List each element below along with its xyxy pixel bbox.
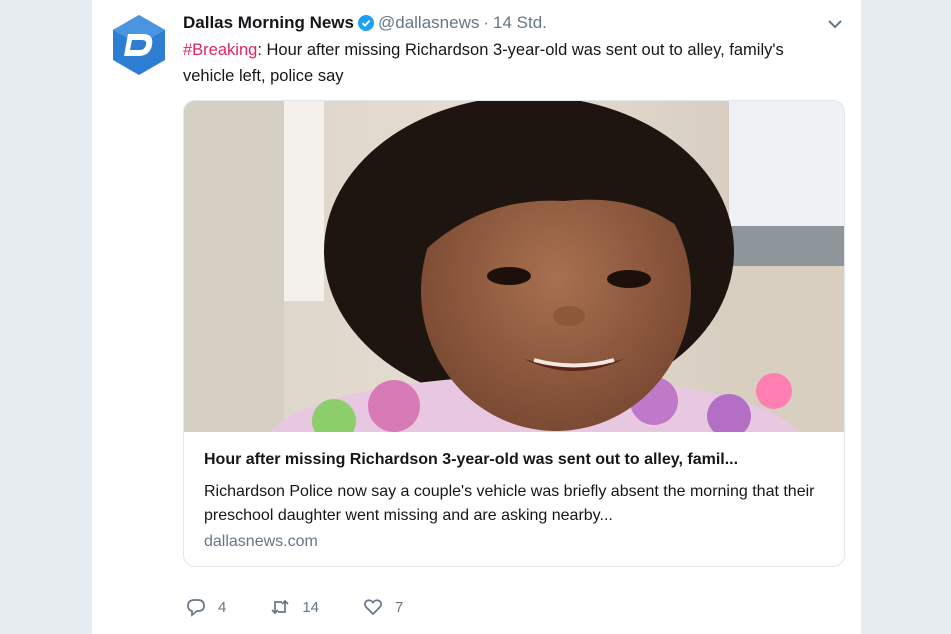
article-photo xyxy=(184,101,844,432)
tweet-timestamp[interactable]: 14 Std. xyxy=(493,13,547,33)
reply-count: 4 xyxy=(218,598,227,616)
hashtag-breaking[interactable]: #Breaking xyxy=(183,41,257,59)
tweet-actions: 4 14 7 xyxy=(186,596,447,618)
link-card-domain: dallasnews.com xyxy=(204,533,318,550)
retweet-icon xyxy=(271,599,289,615)
link-card-title[interactable]: Hour after missing Richardson 3-year-old… xyxy=(204,451,829,469)
tweet-body: : Hour after missing Richardson 3-year-o… xyxy=(183,41,784,85)
chevron-down-icon[interactable] xyxy=(826,15,844,33)
like-count: 7 xyxy=(395,598,404,616)
tweet-text: #Breaking: Hour after missing Richardson… xyxy=(183,37,823,89)
reply-icon xyxy=(187,599,205,617)
retweet-button[interactable]: 14 xyxy=(270,597,319,617)
separator-dot: · xyxy=(483,13,490,32)
author-handle[interactable]: @dallasnews xyxy=(378,13,479,33)
tweet-header: Dallas Morning News @dallasnews · 14 Std… xyxy=(183,12,547,34)
author-name[interactable]: Dallas Morning News xyxy=(183,13,354,33)
link-card-description: Richardson Police now say a couple's veh… xyxy=(204,483,815,524)
retweet-count: 14 xyxy=(302,598,320,616)
dallas-news-logo-icon[interactable] xyxy=(112,14,166,76)
like-button[interactable]: 7 xyxy=(363,597,403,617)
heart-icon xyxy=(364,599,383,616)
reply-button[interactable]: 4 xyxy=(186,597,226,617)
link-preview-card[interactable]: Hour after missing Richardson 3-year-old… xyxy=(183,100,845,567)
verified-badge-icon xyxy=(357,15,374,31)
